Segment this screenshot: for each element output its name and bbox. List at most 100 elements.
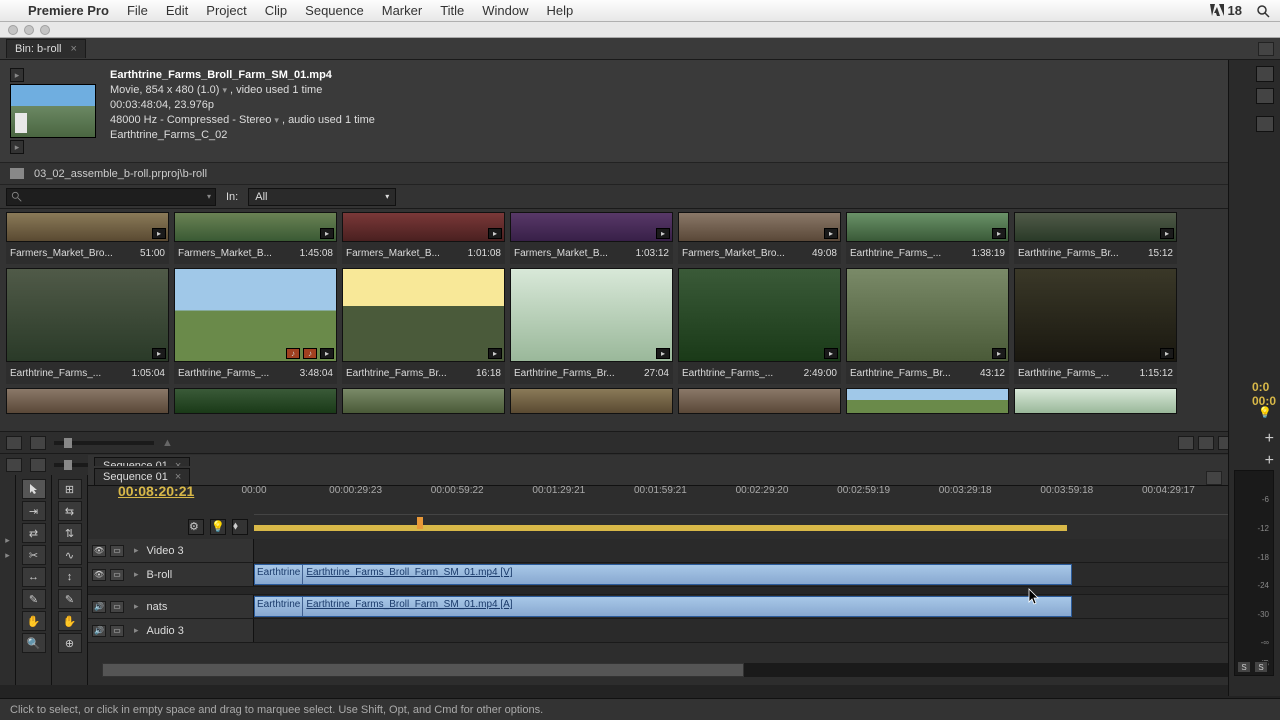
marker-icon[interactable]: 💡: [210, 519, 226, 535]
add-icon[interactable]: +: [1265, 430, 1274, 448]
eye-icon[interactable]: 👁: [92, 545, 106, 557]
razor-tool[interactable]: ✂: [22, 545, 46, 565]
time-ruler[interactable]: 00:00 00:00:29:23 00:00:59:22 00:01:29:2…: [254, 485, 1270, 515]
close-tab-icon[interactable]: ×: [175, 471, 181, 483]
slip-tool[interactable]: ↔: [22, 567, 46, 587]
tool-icon[interactable]: ⇆: [58, 501, 82, 521]
expand-icon[interactable]: ▸: [5, 535, 10, 546]
timeline-zoom-scrollbar[interactable]: [102, 663, 1270, 677]
panel-menu-icon[interactable]: [1206, 471, 1222, 485]
scrollbar-thumb[interactable]: [102, 663, 744, 677]
menu-file[interactable]: File: [127, 3, 148, 18]
settings-icon[interactable]: ⚙: [188, 519, 204, 535]
clip-thumbnail[interactable]: [510, 388, 673, 414]
speaker-icon[interactable]: 🔊: [92, 601, 106, 613]
eye-icon[interactable]: 👁: [92, 569, 106, 581]
track-header[interactable]: 👁 ▭ ▸ Video 3: [88, 539, 254, 562]
dropdown-arrow-icon[interactable]: ▾: [274, 115, 279, 125]
expand-icon[interactable]: ▸: [134, 601, 139, 612]
track-header[interactable]: 🔊 ▭ ▸ Audio 3: [88, 619, 254, 642]
lock-icon[interactable]: ▭: [110, 569, 124, 581]
menu-edit[interactable]: Edit: [166, 3, 188, 18]
menu-window[interactable]: Window: [482, 3, 528, 18]
close-window[interactable]: [8, 25, 18, 35]
ripple-edit-tool[interactable]: ⇄: [22, 523, 46, 543]
clip-thumbnail[interactable]: ▸Farmers_Market_Bro...51:00: [6, 212, 169, 264]
menu-help[interactable]: Help: [547, 3, 574, 18]
menu-clip[interactable]: Clip: [265, 3, 287, 18]
dropdown-arrow-icon[interactable]: ▾: [222, 85, 227, 95]
bin-tab[interactable]: Bin: b-roll ×: [6, 39, 86, 58]
spotlight-icon[interactable]: [1256, 4, 1270, 18]
speaker-icon[interactable]: 🔊: [92, 625, 106, 637]
icon-view-icon[interactable]: [30, 458, 46, 472]
clip-thumbnail[interactable]: ▸Earthtrine_Farms_...1:38:19: [846, 212, 1009, 264]
in-filter-select[interactable]: All ▾: [248, 188, 396, 206]
minimize-window[interactable]: [24, 25, 34, 35]
search-input[interactable]: ▾: [6, 188, 216, 206]
tool-icon[interactable]: ⊕: [58, 633, 82, 653]
dropdown-icon[interactable]: [1256, 88, 1274, 104]
zoom-tool[interactable]: 🔍: [22, 633, 46, 653]
hand-tool[interactable]: ✋: [22, 611, 46, 631]
list-view-icon[interactable]: [6, 436, 22, 450]
clip-thumbnail[interactable]: ▸Earthtrine_Farms_Br...27:04: [510, 268, 673, 384]
clip-thumbnail[interactable]: [6, 388, 169, 414]
sequence-tab[interactable]: Sequence 01 ×: [94, 468, 190, 485]
tool-icon[interactable]: ✋: [58, 611, 82, 631]
close-tab-icon[interactable]: ×: [71, 43, 77, 55]
panel-menu-icon[interactable]: [1258, 42, 1274, 56]
panel-menu-icon[interactable]: [1256, 116, 1274, 132]
clip-thumbnail[interactable]: ▸Earthtrine_Farms_Br...43:12: [846, 268, 1009, 384]
app-name[interactable]: Premiere Pro: [28, 3, 109, 18]
solo-icon[interactable]: S: [1237, 661, 1251, 673]
panel-menu-icon[interactable]: [1256, 66, 1274, 82]
list-view-icon[interactable]: [6, 458, 22, 472]
clip-thumbnail[interactable]: ▸Farmers_Market_Bro...49:08: [678, 212, 841, 264]
clip-thumbnail[interactable]: ▸Farmers_Market_B...1:03:12: [510, 212, 673, 264]
clip-thumbnail[interactable]: ▸Earthtrine_Farms_...1:05:04: [6, 268, 169, 384]
work-area-bar[interactable]: ⚙ 💡 ⬧: [254, 519, 1270, 531]
play-left-icon[interactable]: ▸: [10, 68, 24, 82]
adobe-badge[interactable]: 18: [1210, 3, 1242, 18]
playhead-indicator[interactable]: [417, 517, 423, 529]
solo-icon[interactable]: S: [1254, 661, 1268, 673]
clip-thumbnail[interactable]: ▸Earthtrine_Farms_Br...16:18: [342, 268, 505, 384]
tool-icon[interactable]: ↕: [58, 567, 82, 587]
clip-thumbnail[interactable]: [678, 388, 841, 414]
menu-title[interactable]: Title: [440, 3, 464, 18]
tool-icon[interactable]: ⊞: [58, 479, 82, 499]
expand-icon[interactable]: ▸: [5, 550, 10, 561]
clip-thumbnail[interactable]: [846, 388, 1009, 414]
expand-icon[interactable]: ▸: [134, 545, 139, 556]
menu-project[interactable]: Project: [206, 3, 246, 18]
add-icon[interactable]: +: [1265, 452, 1274, 470]
tool-icon[interactable]: ∿: [58, 545, 82, 565]
track-select-tool[interactable]: ⇥: [22, 501, 46, 521]
dropdown-arrow-icon[interactable]: ▾: [207, 192, 211, 201]
clip-thumbnail[interactable]: ▸Earthtrine_Farms_...1:15:12: [1014, 268, 1177, 384]
menu-sequence[interactable]: Sequence: [305, 3, 364, 18]
clip-thumbnail[interactable]: ▸Earthtrine_Farms_Br...15:12: [1014, 212, 1177, 264]
pen-tool[interactable]: ✎: [22, 589, 46, 609]
clip-thumbnail[interactable]: [1014, 388, 1177, 414]
bulb-icon[interactable]: 💡: [1258, 406, 1272, 419]
snap-icon[interactable]: ⬧: [232, 519, 248, 535]
clip-preview-thumbnail[interactable]: [10, 84, 96, 138]
clip-thumbnail[interactable]: [342, 388, 505, 414]
lock-icon[interactable]: ▭: [110, 545, 124, 557]
timeline-clip[interactable]: Earthtrine Earthtrine_Farms_Broll_Farm_S…: [254, 564, 1072, 585]
menu-marker[interactable]: Marker: [382, 3, 422, 18]
track-header[interactable]: 🔊 ▭ ▸ nats: [88, 595, 254, 618]
bin-icon[interactable]: [10, 168, 24, 179]
clip-thumbnail[interactable]: ▸Earthtrine_Farms_...2:49:00: [678, 268, 841, 384]
selection-tool[interactable]: [22, 479, 46, 499]
lock-icon[interactable]: ▭: [110, 625, 124, 637]
automate-icon[interactable]: [1178, 436, 1194, 450]
find-icon[interactable]: [1198, 436, 1214, 450]
lock-icon[interactable]: ▭: [110, 601, 124, 613]
zoom-window[interactable]: [40, 25, 50, 35]
zoom-slider[interactable]: [54, 441, 154, 445]
tool-icon[interactable]: ✎: [58, 589, 82, 609]
clip-thumbnail[interactable]: ♪♪▸Earthtrine_Farms_...3:48:04: [174, 268, 337, 384]
